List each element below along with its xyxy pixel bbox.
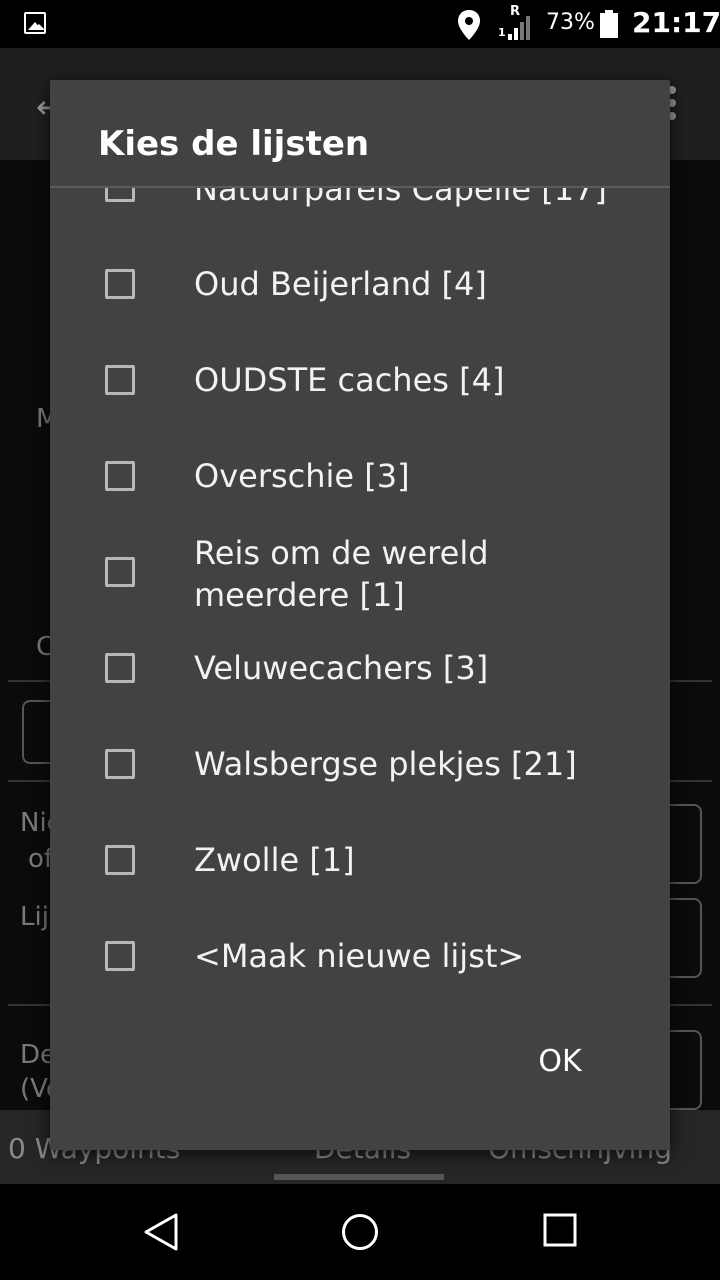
choose-lists-dialog: Kies de lijsten Natuurpareis Capelle [17… — [50, 80, 670, 1150]
list-item-label: OUDSTE caches [4] — [194, 361, 505, 399]
list-item-label: Natuurpareis Capelle [17] — [194, 188, 607, 208]
checkbox[interactable] — [105, 845, 135, 875]
ok-button[interactable]: OK — [520, 1038, 600, 1086]
list-item[interactable]: Natuurpareis Capelle [17] — [50, 188, 670, 208]
status-bar: R 1 73% 21:17 — [0, 0, 720, 48]
checkbox[interactable] — [105, 749, 135, 779]
tab-indicator — [274, 1174, 444, 1180]
navigation-bar — [0, 1184, 720, 1280]
gallery-icon — [24, 12, 46, 34]
checkbox[interactable] — [105, 365, 135, 395]
list-item[interactable]: OUDSTE caches [4] — [50, 332, 670, 428]
list-item-label: Reis om de wereld meerdere [1] — [194, 534, 489, 614]
list-item[interactable]: Zwolle [1] — [50, 812, 670, 908]
list-item[interactable]: Walsbergse plekjes [21] — [50, 716, 670, 812]
list-item[interactable]: Veluwecachers [3] — [50, 620, 670, 716]
checkbox[interactable] — [105, 188, 135, 202]
checkbox[interactable] — [105, 269, 135, 299]
checkbox[interactable] — [105, 461, 135, 491]
checkbox[interactable] — [105, 941, 135, 971]
home-icon[interactable] — [340, 1212, 380, 1252]
list-item-label: Veluwecachers [3] — [194, 649, 489, 687]
battery-icon — [600, 10, 618, 38]
clock: 21:17 — [632, 6, 720, 39]
bg-text: Lij — [20, 902, 49, 932]
checkbox[interactable] — [105, 557, 135, 587]
list-item[interactable]: Oud Beijerland [4] — [50, 236, 670, 332]
list-item-label: Walsbergse plekjes [21] — [194, 745, 577, 783]
list-item[interactable]: <Maak nieuwe lijst> — [50, 908, 670, 1004]
list-item-label: Overschie [3] — [194, 457, 410, 495]
back-icon[interactable] — [142, 1212, 180, 1252]
list-item-label: Zwolle [1] — [194, 841, 355, 879]
list-item[interactable]: Overschie [3] — [50, 428, 670, 524]
list-item[interactable]: Reis om de wereld meerdere [1] — [50, 524, 670, 620]
battery-percent: 73% — [546, 10, 595, 35]
dialog-title: Kies de lijsten — [98, 124, 370, 164]
list-item-label: <Maak nieuwe lijst> — [194, 937, 525, 975]
recents-icon[interactable] — [542, 1212, 578, 1248]
list-item-label: Oud Beijerland [4] — [194, 265, 487, 303]
checkbox[interactable] — [105, 653, 135, 683]
lists-scroll-view[interactable]: Natuurpareis Capelle [17] Oud Beijerland… — [50, 188, 670, 1018]
location-icon — [458, 10, 480, 40]
